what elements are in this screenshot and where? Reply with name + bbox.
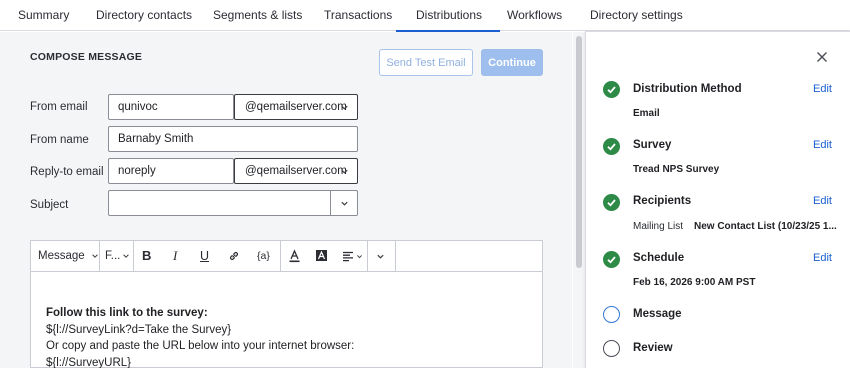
- pending-step-circle-icon: [603, 340, 620, 357]
- check-circle-icon: [603, 251, 620, 268]
- toolbar-divider: [99, 241, 100, 271]
- tab-segments-lists[interactable]: Segments & lists: [213, 0, 302, 31]
- distribution-steps-panel: [585, 31, 850, 368]
- close-icon[interactable]: [815, 50, 829, 64]
- check-circle-icon: [603, 81, 620, 98]
- tab-summary[interactable]: Summary: [18, 0, 69, 31]
- subject-field[interactable]: [108, 190, 358, 216]
- step-title-review: Review: [633, 342, 673, 354]
- from-email-domain-value: @qemailserver.com: [245, 101, 347, 113]
- scrollbar-thumb[interactable]: [576, 36, 582, 268]
- from-email-label: From email: [30, 101, 88, 113]
- from-name-label: From name: [30, 134, 89, 146]
- step-value-survey: Tread NPS Survey: [633, 164, 720, 175]
- chevron-down-icon: [357, 255, 362, 259]
- toolbar-divider: [133, 241, 134, 271]
- subject-piped-text-button[interactable]: [330, 190, 358, 216]
- message-editor[interactable]: Message F... B I U {a} Follow this link …: [30, 240, 543, 368]
- continue-button[interactable]: Continue: [481, 49, 543, 76]
- highlight-color-icon[interactable]: [315, 249, 328, 263]
- chevron-down-icon: [92, 254, 98, 258]
- edit-schedule-link[interactable]: Edit: [813, 252, 832, 264]
- toolbar-divider: [395, 241, 396, 271]
- more-options-chevron-icon[interactable]: [376, 252, 385, 261]
- step-title-recipients: Recipients: [633, 195, 692, 207]
- body-line-1: Follow this link to the survey:: [46, 307, 208, 319]
- send-test-email-button[interactable]: Send Test Email: [379, 49, 473, 76]
- chevron-down-icon: [341, 105, 348, 110]
- body-line-4: ${l://SurveyURL}: [46, 356, 132, 368]
- editor-toolbar: Message F... B I U {a}: [31, 241, 542, 272]
- tab-distributions[interactable]: Distributions: [395, 0, 501, 32]
- from-email-field[interactable]: qunivoc: [108, 94, 234, 120]
- reply-to-field[interactable]: noreply: [108, 158, 234, 184]
- subject-label: Subject: [30, 199, 69, 211]
- chevron-down-icon: [341, 201, 348, 206]
- edit-recipients-link[interactable]: Edit: [813, 195, 832, 207]
- chevron-down-icon: [123, 254, 129, 258]
- align-icon[interactable]: [342, 251, 356, 262]
- chevron-down-icon: [341, 169, 348, 174]
- body-line-2: ${l://SurveyLink?d=Take the Survey}: [46, 323, 232, 336]
- reply-to-domain-value: @qemailserver.com: [245, 165, 347, 177]
- editor-body: Follow this link to the survey: ${l://Su…: [46, 305, 354, 368]
- check-circle-icon: [603, 138, 620, 155]
- font-select-label: F...: [105, 250, 121, 262]
- edit-survey-link[interactable]: Edit: [813, 139, 832, 151]
- top-nav: Summary Directory contacts Segments & li…: [0, 0, 850, 32]
- edit-distribution-method-link[interactable]: Edit: [813, 83, 832, 95]
- message-select-label: Message: [38, 250, 85, 262]
- step-title-survey: Survey: [633, 139, 672, 151]
- italic-button[interactable]: I: [173, 241, 177, 271]
- reply-to-label: Reply-to email: [30, 166, 104, 178]
- compose-title: COMPOSE MESSAGE: [30, 51, 143, 63]
- toolbar-divider: [367, 241, 368, 271]
- body-line-3: Or copy and paste the URL below into you…: [46, 340, 355, 352]
- step-value-recipients: New Contact List (10/23/25 1...: [694, 221, 837, 232]
- piped-text-button[interactable]: {a}: [257, 241, 270, 271]
- bold-button[interactable]: B: [142, 241, 151, 271]
- step-title-schedule: Schedule: [633, 252, 685, 264]
- step-sub-recipients: Mailing List: [633, 221, 684, 232]
- link-icon[interactable]: [228, 250, 240, 262]
- text-color-icon[interactable]: [288, 249, 301, 263]
- from-name-field[interactable]: Barnaby Smith: [108, 126, 358, 152]
- font-select[interactable]: F...: [105, 241, 129, 271]
- current-step-circle-icon: [603, 306, 620, 323]
- step-title-distribution-method: Distribution Method: [633, 83, 742, 95]
- check-circle-icon: [603, 194, 620, 211]
- underline-button[interactable]: U: [200, 241, 209, 271]
- step-value-schedule: Feb 16, 2026 9:00 AM PST: [633, 277, 756, 288]
- tab-transactions[interactable]: Transactions: [324, 0, 392, 31]
- step-title-message: Message: [633, 308, 682, 320]
- message-select[interactable]: Message: [38, 241, 98, 271]
- tab-workflows[interactable]: Workflows: [507, 0, 562, 31]
- step-value-distribution-method: Email: [633, 108, 660, 119]
- tab-directory-contacts[interactable]: Directory contacts: [96, 0, 192, 31]
- tab-directory-settings[interactable]: Directory settings: [590, 0, 683, 31]
- toolbar-divider: [280, 241, 281, 271]
